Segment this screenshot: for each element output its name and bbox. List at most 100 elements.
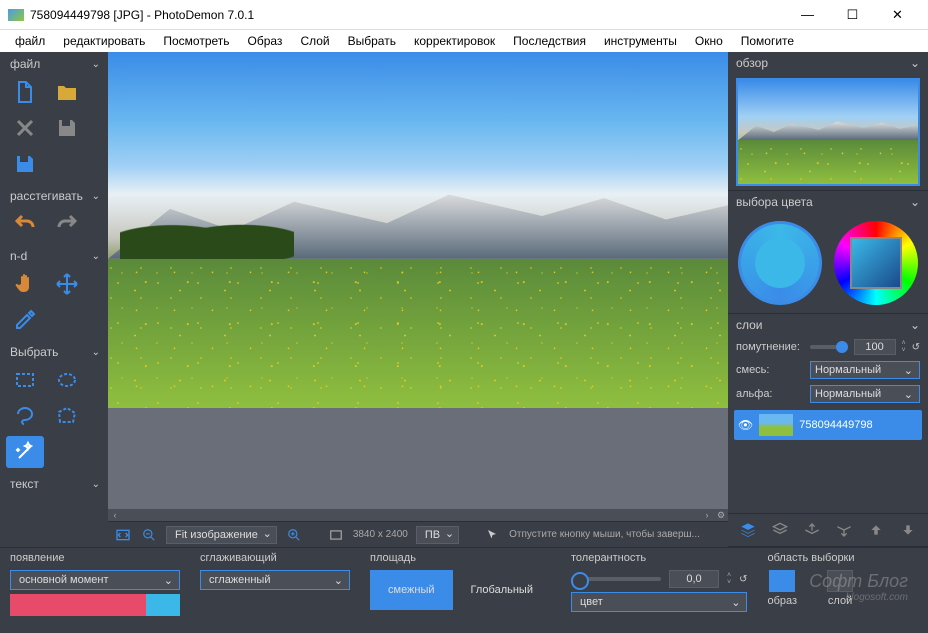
lasso-select-icon[interactable] bbox=[6, 400, 44, 432]
zoom-in-icon[interactable] bbox=[285, 526, 303, 544]
wand-select-icon[interactable] bbox=[6, 436, 44, 468]
smoothing-select[interactable]: сглаженный bbox=[200, 570, 350, 590]
alpha-label: альфа: bbox=[736, 388, 804, 400]
image-dimensions: 3840 x 2400 bbox=[353, 529, 408, 540]
merge-down-icon[interactable] bbox=[832, 520, 856, 540]
opacity-up-icon[interactable]: ˄ bbox=[902, 340, 906, 347]
chevron-down-icon: ⌄ bbox=[92, 251, 100, 262]
status-bar: Fit изображение 3840 x 2400 ПВ Отпустите… bbox=[108, 521, 728, 547]
tolerance-reset-icon[interactable]: ↺ bbox=[739, 574, 747, 585]
eye-icon[interactable]: 👁 bbox=[738, 418, 753, 432]
eyedropper-tool-icon[interactable] bbox=[6, 304, 44, 336]
toolbox-nd-header[interactable]: n-d ⌄ bbox=[0, 246, 108, 266]
layer-up-icon[interactable] bbox=[864, 520, 888, 540]
tool-options-bar: появление основной момент сглаживающий с… bbox=[0, 547, 928, 633]
opacity-reset-icon[interactable]: ↺ bbox=[912, 342, 920, 353]
chevron-down-icon: ⌄ bbox=[910, 195, 920, 209]
toolbox-undo-label: расстегивать bbox=[10, 189, 83, 203]
toolbox-nd-label: n-d bbox=[10, 249, 27, 263]
new-file-icon[interactable] bbox=[6, 76, 44, 108]
color-picker-label: выбора цвета bbox=[736, 195, 813, 209]
menu-select[interactable]: Выбрать bbox=[339, 32, 405, 50]
close-file-icon[interactable] bbox=[6, 112, 44, 144]
opacity-input[interactable] bbox=[854, 339, 896, 355]
chevron-down-icon: ⌄ bbox=[92, 191, 100, 202]
sample-image-option[interactable]: образ bbox=[767, 570, 797, 607]
layer-down-icon[interactable] bbox=[896, 520, 920, 540]
tolerance-source-select[interactable]: цвет bbox=[571, 592, 747, 612]
opacity-slider[interactable] bbox=[810, 345, 848, 349]
scroll-right-icon[interactable]: › bbox=[700, 510, 714, 520]
toolbox: файл⌄ расстегивать ⌄ n-d ⌄ bbox=[0, 52, 108, 547]
color-swatch[interactable] bbox=[10, 594, 180, 616]
undo-icon[interactable] bbox=[6, 208, 44, 240]
chevron-down-icon: ⌄ bbox=[92, 59, 100, 70]
tolerance-input[interactable] bbox=[669, 570, 719, 588]
redo-icon[interactable] bbox=[48, 208, 86, 240]
open-file-icon[interactable] bbox=[48, 76, 86, 108]
merge-up-icon[interactable] bbox=[800, 520, 824, 540]
toolbox-select-header[interactable]: Выбрать⌄ bbox=[0, 342, 108, 362]
overview-label: обзор bbox=[736, 56, 768, 70]
sample-area-label: область выборки bbox=[767, 552, 854, 564]
move-tool-icon[interactable] bbox=[48, 268, 86, 300]
delete-layer-icon[interactable] bbox=[768, 520, 792, 540]
overview-thumbnail[interactable] bbox=[736, 78, 920, 186]
color-wheel-hue[interactable] bbox=[834, 221, 918, 305]
overview-header[interactable]: обзор⌄ bbox=[728, 52, 928, 74]
unit-select[interactable]: ПВ bbox=[416, 526, 459, 544]
hand-tool-icon[interactable] bbox=[6, 268, 44, 300]
blend-label: смесь: bbox=[736, 364, 804, 376]
menu-effects[interactable]: Последствия bbox=[504, 32, 595, 50]
area-contiguous-tab[interactable]: смежный bbox=[370, 570, 453, 610]
chevron-down-icon: ⌄ bbox=[910, 318, 920, 332]
horizontal-scrollbar[interactable]: ‹ › ⚙ bbox=[108, 509, 728, 521]
rect-select-icon[interactable] bbox=[6, 364, 44, 396]
app-icon bbox=[8, 9, 24, 21]
toolbox-text-header[interactable]: текст⌄ bbox=[0, 474, 108, 494]
tolerance-down-icon[interactable]: ˅ bbox=[727, 579, 731, 586]
layer-item[interactable]: 👁 758094449798 bbox=[734, 410, 922, 440]
menu-window[interactable]: Окно bbox=[686, 32, 732, 50]
zoom-out-icon[interactable] bbox=[140, 526, 158, 544]
sample-layer-option[interactable]: слой bbox=[827, 570, 853, 607]
menu-bar: файл редактировать Посмотреть Образ Слой… bbox=[0, 30, 928, 52]
save-as-icon[interactable] bbox=[6, 148, 44, 180]
ellipse-select-icon[interactable] bbox=[48, 364, 86, 396]
menu-tools[interactable]: инструменты bbox=[595, 32, 686, 50]
save-file-icon[interactable] bbox=[48, 112, 86, 144]
layers-header[interactable]: слои⌄ bbox=[728, 314, 928, 336]
menu-help[interactable]: Помогите bbox=[732, 32, 803, 50]
add-layer-icon[interactable] bbox=[736, 520, 760, 540]
blend-select[interactable]: Нормальный bbox=[810, 361, 920, 379]
menu-view[interactable]: Посмотреть bbox=[154, 32, 238, 50]
tolerance-up-icon[interactable]: ˄ bbox=[727, 572, 731, 579]
tolerance-slider[interactable] bbox=[571, 577, 661, 581]
menu-adjust[interactable]: корректировок bbox=[405, 32, 504, 50]
maximize-button[interactable]: ☐ bbox=[830, 0, 875, 30]
appearance-select[interactable]: основной момент bbox=[10, 570, 180, 590]
menu-file[interactable]: файл bbox=[6, 32, 54, 50]
chevron-down-icon: ⌄ bbox=[92, 347, 100, 358]
minimize-button[interactable]: — bbox=[785, 0, 830, 30]
status-hint: Отпустите кнопку мыши, чтобы заверш... bbox=[509, 529, 722, 540]
canvas-viewport[interactable] bbox=[108, 52, 728, 509]
toolbox-file-header[interactable]: файл⌄ bbox=[0, 54, 108, 74]
area-global-tab[interactable]: Глобальный bbox=[453, 570, 551, 610]
canvas-settings-icon[interactable]: ⚙ bbox=[714, 510, 728, 521]
fit-screen-icon[interactable] bbox=[114, 526, 132, 544]
color-wheel-primary[interactable] bbox=[738, 221, 822, 305]
alpha-select[interactable]: Нормальный bbox=[810, 385, 920, 403]
close-button[interactable]: ✕ bbox=[875, 0, 920, 30]
color-picker-header[interactable]: выбора цвета ⌄ bbox=[728, 191, 928, 213]
chevron-down-icon: ⌄ bbox=[92, 479, 100, 490]
menu-layer[interactable]: Слой bbox=[291, 32, 338, 50]
menu-image[interactable]: Образ bbox=[239, 32, 292, 50]
polygon-select-icon[interactable] bbox=[48, 400, 86, 432]
image-size-icon bbox=[327, 526, 345, 544]
toolbox-undo-header[interactable]: расстегивать ⌄ bbox=[0, 186, 108, 206]
scroll-left-icon[interactable]: ‹ bbox=[108, 510, 122, 520]
menu-edit[interactable]: редактировать bbox=[54, 32, 154, 50]
opacity-down-icon[interactable]: ˅ bbox=[902, 347, 906, 354]
zoom-select[interactable]: Fit изображение bbox=[166, 526, 277, 544]
